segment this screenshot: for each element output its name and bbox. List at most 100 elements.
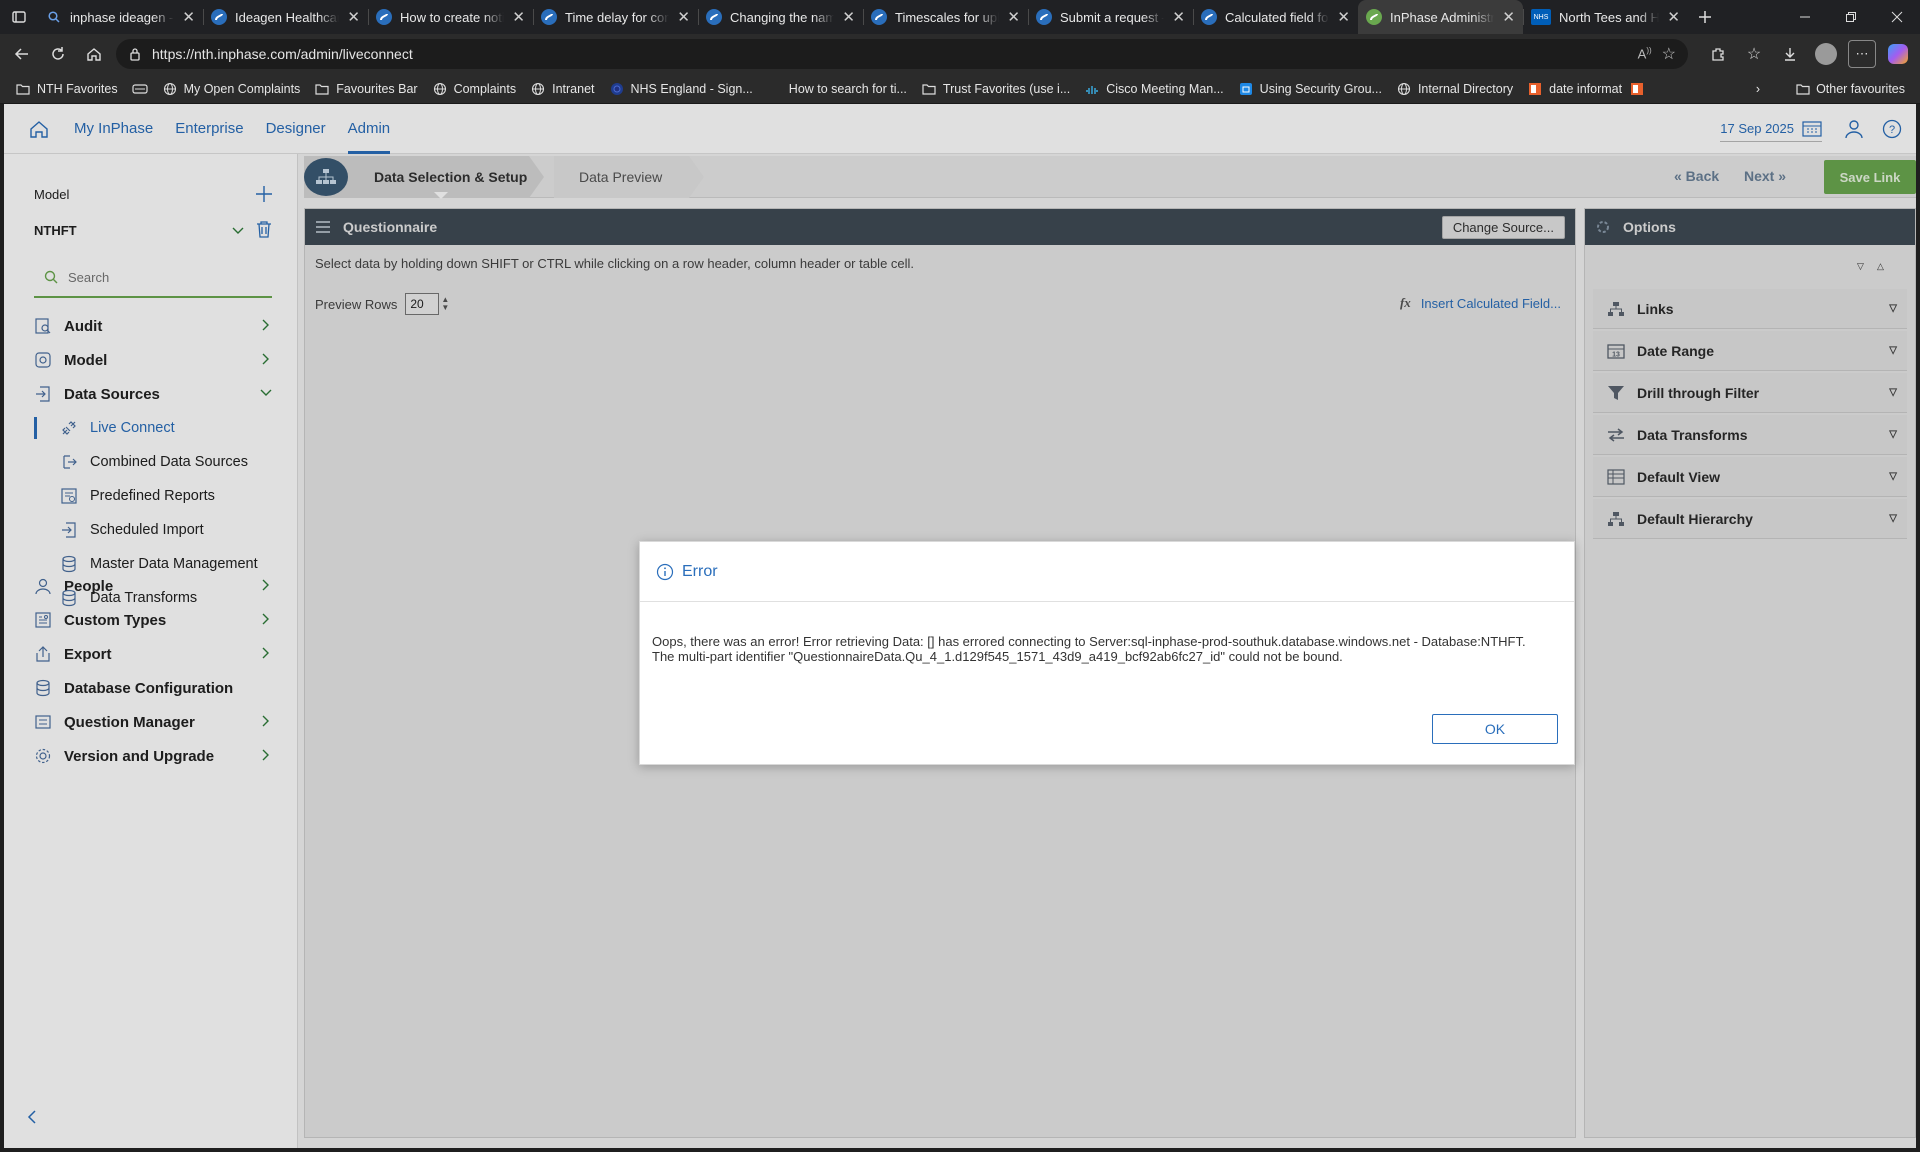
close-tab-icon[interactable]: ✕ <box>842 8 855 26</box>
favourite-link[interactable]: Complaints <box>425 77 524 101</box>
error-dialog-header: Error <box>640 542 1574 602</box>
refresh-icon[interactable] <box>44 40 72 68</box>
favourite-label: date informat <box>1549 81 1623 96</box>
favourite-label: NHS England - Sign... <box>630 81 753 96</box>
restore-button[interactable] <box>1828 0 1874 34</box>
nhs-icon: NHS <box>1531 9 1551 25</box>
browser-tab[interactable]: Calculated field for ✕ <box>1193 0 1358 34</box>
favourite-label: Favourites Bar <box>336 81 418 96</box>
favourite-link[interactable]: NTH Favorites <box>8 77 125 101</box>
browser-tab[interactable]: Timescales for uplo ✕ <box>863 0 1028 34</box>
ideagen-icon <box>541 9 557 25</box>
ideagen-icon <box>1201 9 1217 25</box>
azure-icon <box>1238 81 1254 97</box>
minimize-button[interactable] <box>1782 0 1828 34</box>
back-arrow-icon[interactable] <box>8 40 36 68</box>
browser-tab[interactable]: Changing the name ✕ <box>698 0 863 34</box>
browser-tab-strip: inphase ideagen - S ✕ Ideagen Healthcare ✕ H… <box>0 0 1920 34</box>
browser-tab-title: Submit a request – <box>1060 9 1165 25</box>
globe-icon <box>530 81 546 97</box>
tab-actions-icon[interactable] <box>0 0 38 34</box>
ideagen-icon <box>706 9 722 25</box>
browser-tab[interactable]: Ideagen Healthcare ✕ <box>203 0 368 34</box>
profile-avatar[interactable] <box>1812 40 1840 68</box>
ok-button[interactable]: OK <box>1432 714 1558 744</box>
ideagen-icon <box>211 9 227 25</box>
folder-icon <box>15 81 31 97</box>
favourite-link[interactable]: date informat <box>1520 77 1629 101</box>
browser-tab-title: Time delay for com <box>565 9 670 25</box>
favbar-overflow-icon[interactable]: › <box>1749 77 1767 101</box>
close-tab-icon[interactable]: ✕ <box>1007 8 1020 26</box>
office-icon <box>1629 81 1645 97</box>
browser-tab[interactable]: Submit a request – ✕ <box>1028 0 1193 34</box>
favourite-label: Intranet <box>552 81 595 96</box>
browser-tab-title: Ideagen Healthcare <box>235 9 340 25</box>
download-icon[interactable] <box>1776 40 1804 68</box>
favourite-link[interactable]: Favourites Bar <box>307 77 424 101</box>
inphase-icon <box>1366 9 1382 25</box>
favourite-link[interactable]: Internal Directory <box>1389 77 1520 101</box>
close-tab-icon[interactable]: ✕ <box>1667 8 1680 26</box>
url-field[interactable]: https://nth.inphase.com/admin/liveconnec… <box>116 39 1688 69</box>
home-icon[interactable] <box>80 40 108 68</box>
browser-tab[interactable]: Time delay for com ✕ <box>533 0 698 34</box>
close-tab-icon[interactable]: ✕ <box>1172 8 1185 26</box>
close-tab-icon[interactable]: ✕ <box>512 8 525 26</box>
browser-tab[interactable]: How to create notif ✕ <box>368 0 533 34</box>
office-icon <box>1527 81 1543 97</box>
other-favourites[interactable]: Other favourites <box>1789 77 1912 101</box>
browser-tab-title: inphase ideagen - S <box>70 9 175 25</box>
browser-tab[interactable]: inphase ideagen - S ✕ <box>38 0 203 34</box>
error-dialog: Error Oops, there was an error! Error re… <box>639 541 1575 765</box>
close-tab-icon[interactable]: ✕ <box>347 8 360 26</box>
card-icon <box>131 81 148 97</box>
url-text: https://nth.inphase.com/admin/liveconnec… <box>152 46 413 62</box>
browser-tab[interactable]: NHS North Tees and Har ✕ <box>1523 0 1688 34</box>
close-tab-icon[interactable]: ✕ <box>182 8 195 26</box>
error-message-line-2: The multi-part identifier "Questionnaire… <box>652 649 1343 664</box>
nhs-circle-icon <box>609 81 625 97</box>
favourite-link[interactable]: NHS England - Sign... <box>602 77 760 101</box>
extensions-icon[interactable] <box>1704 40 1732 68</box>
favourite-label: Trust Favorites (use i... <box>942 81 1071 96</box>
globe-icon <box>432 81 448 97</box>
close-window-button[interactable] <box>1874 0 1920 34</box>
favourite-link[interactable]: Intranet <box>523 77 601 101</box>
favourite-link[interactable]: Trust Favorites (use i... <box>914 77 1077 101</box>
favorite-star-icon[interactable]: ☆ <box>1662 44 1676 64</box>
read-aloud-icon[interactable]: A)) <box>1638 46 1652 61</box>
ideagen-icon <box>871 9 887 25</box>
error-message: Oops, there was an error! Error retrievi… <box>640 602 1574 664</box>
lock-icon <box>128 47 142 61</box>
favourite-link[interactable]: My Open Complaints <box>155 77 308 101</box>
browser-tab-title: Calculated field for <box>1225 9 1330 25</box>
copilot-icon[interactable] <box>1884 40 1912 68</box>
more-menu-icon[interactable]: ⋯ <box>1848 40 1876 68</box>
favourite-label: Cisco Meeting Man... <box>1106 81 1224 96</box>
favourite-label: NTH Favorites <box>37 81 118 96</box>
favourite-link[interactable] <box>125 77 155 101</box>
favourite-link[interactable]: Using Security Grou... <box>1231 77 1389 101</box>
blank-icon <box>767 81 783 97</box>
favourite-link[interactable]: Cisco Meeting Man... <box>1077 77 1230 101</box>
favourite-label: My Open Complaints <box>183 81 301 96</box>
close-tab-icon[interactable]: ✕ <box>1502 8 1515 26</box>
browser-tab-title: North Tees and Har <box>1559 9 1660 25</box>
folder-icon <box>314 81 330 97</box>
ideagen-icon <box>1036 9 1052 25</box>
other-favourites-label: Other favourites <box>1816 81 1905 96</box>
globe-icon <box>162 81 178 97</box>
favorites-icon[interactable]: ☆ <box>1740 40 1768 68</box>
favourites-bar: NTH Favorites My Open Complaints Favourite… <box>0 74 1920 104</box>
ideagen-icon <box>376 9 392 25</box>
close-tab-icon[interactable]: ✕ <box>1337 8 1350 26</box>
new-tab-button[interactable] <box>1688 0 1722 34</box>
search-icon <box>46 9 62 25</box>
favourite-link[interactable]: How to search for ti... <box>760 77 914 101</box>
close-tab-icon[interactable]: ✕ <box>677 8 690 26</box>
favourite-label: Using Security Grou... <box>1259 81 1382 96</box>
globe-icon <box>1396 81 1412 97</box>
browser-tab[interactable]: InPhase Administra ✕ <box>1358 0 1523 34</box>
favourite-label: Internal Directory <box>1417 81 1514 96</box>
